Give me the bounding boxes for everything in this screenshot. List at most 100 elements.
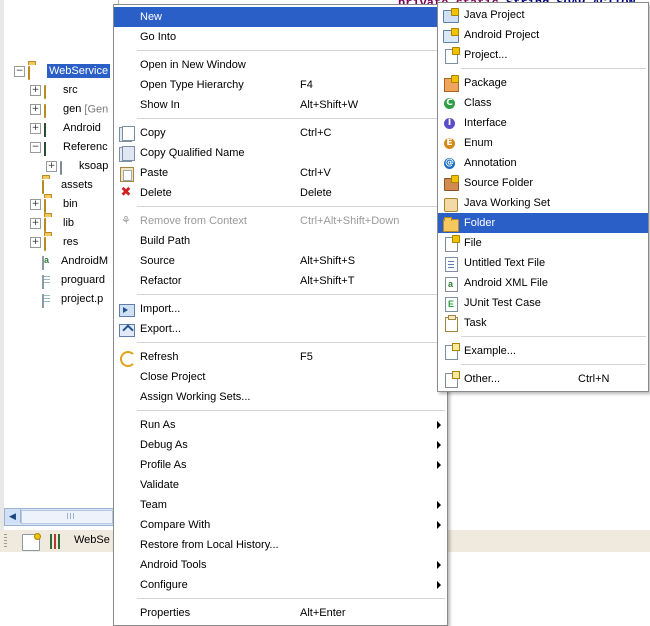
menu-item-junit-test-case[interactable]: JUnit Test Case [438,293,648,313]
menu-item-run-as[interactable]: Run As [114,415,447,435]
junit-icon [442,296,458,312]
tree-item-webservice[interactable]: − WebService [14,62,111,81]
drag-handle-icon[interactable] [4,534,7,548]
menu-item-class[interactable]: C Class [438,93,648,113]
tree-expand-icon[interactable]: + [30,199,41,210]
menu-item-shortcut: Ctrl+C [300,127,332,139]
menu-item-assign-working-sets[interactable]: Assign Working Sets... [114,387,447,407]
view-tab-label[interactable]: WebSe [74,534,110,546]
menu-item-folder[interactable]: Folder [438,213,648,233]
menu-item-refactor[interactable]: Refactor Alt+Shift+T [114,271,447,291]
menu-item-remove-from-context[interactable]: ⚘ Remove from Context Ctrl+Alt+Shift+Down [114,211,447,231]
tree-item-referenc[interactable]: − Referenc [30,138,108,157]
menu-item-interface[interactable]: I Interface [438,113,648,133]
filters-icon[interactable] [48,534,64,549]
submenu-arrow-icon [437,501,441,509]
menu-item-label: New [140,11,163,23]
menu-item-source[interactable]: Source Alt+Shift+S [114,251,447,271]
tree-expand-icon[interactable]: + [30,123,41,134]
menu-item-other[interactable]: Other... Ctrl+N [438,369,648,389]
menu-item-untitled-text-file[interactable]: Untitled Text File [438,253,648,273]
tree-expand-icon[interactable]: + [30,104,41,115]
menu-item-import[interactable]: Import... [114,299,447,319]
menu-item-go-into[interactable]: Go Into [114,27,447,47]
menu-item-new[interactable]: New [114,7,447,27]
android-project-icon [442,28,459,43]
context-menu-items[interactable]: New Go Into Open in New Window Open Type Hi… [114,7,447,623]
menu-item-package[interactable]: Package [438,73,648,93]
menu-item-android-project[interactable]: Android Project [438,25,648,45]
menu-item-show-in[interactable]: Show In Alt+Shift+W [114,95,447,115]
menu-item-android-tools[interactable]: Android Tools [114,555,447,575]
tree-collapse-icon[interactable]: − [30,142,41,153]
menu-item-example[interactable]: Example... [438,341,648,361]
menu-item-label: Android Tools [140,559,207,571]
menu-item-delete[interactable]: ✖ Delete Delete [114,183,447,203]
menu-item-label: Export... [140,323,181,335]
menu-item-copy[interactable]: Copy Ctrl+C [114,123,447,143]
menu-item-paste[interactable]: Paste Ctrl+V [114,163,447,183]
menu-item-profile-as[interactable]: Profile As [114,455,447,475]
tree-item-label: res [63,236,79,248]
menu-item-java-project[interactable]: Java Project [438,5,648,25]
explorer-horizontal-scrollbar[interactable]: ◀ [4,508,116,526]
task-icon [442,315,458,332]
menu-item-configure[interactable]: Configure [114,575,447,595]
tree-item-assets[interactable]: assets [30,176,93,195]
menu-item-open-in-new-window[interactable]: Open in New Window [114,55,447,75]
tree-item-bin[interactable]: + bin [30,195,78,214]
tree-collapse-icon[interactable]: − [14,66,25,77]
tree-item-gen[interactable]: + gen [Gen [30,100,108,119]
tree-item-ksoap[interactable]: + ksoap [46,157,108,176]
package-explorer[interactable]: − WebService + src + gen [Gen + Android − Referen… [0,0,119,540]
project-icon [442,47,460,64]
context-menu[interactable]: New Go Into Open in New Window Open Type Hi… [113,4,448,626]
menu-item-task[interactable]: Task [438,313,648,333]
menu-item-open-type-hierarchy[interactable]: Open Type Hierarchy F4 [114,75,447,95]
menu-item-copy-qualified-name[interactable]: Copy Qualified Name [114,143,447,163]
tree-expand-icon[interactable]: + [30,237,41,248]
new-submenu-items[interactable]: Java Project Android Project Project... Pac… [438,5,648,389]
menu-item-restore-from-local-history[interactable]: Restore from Local History... [114,535,447,555]
tree-item-android[interactable]: + Android [30,119,101,138]
menu-item-build-path[interactable]: Build Path [114,231,447,251]
menu-item-export[interactable]: Export... [114,319,447,339]
tree-expand-icon[interactable]: + [30,218,41,229]
menu-item-source-folder[interactable]: Source Folder [438,173,648,193]
menu-item-refresh[interactable]: Refresh F5 [114,347,447,367]
file-icon [42,292,58,308]
tree-item-project-p[interactable]: project.p [30,290,103,309]
menu-item-debug-as[interactable]: Debug As [114,435,447,455]
menu-item-enum[interactable]: E Enum [438,133,648,153]
tree-expand-icon[interactable]: + [46,161,57,172]
menu-item-label: Paste [140,167,169,179]
scroll-left-arrow-icon[interactable]: ◀ [5,509,21,523]
menu-item-label: Source Folder [464,177,534,189]
tree-item-src[interactable]: + src [30,81,78,100]
menu-item-team[interactable]: Team [114,495,447,515]
tree-item-res[interactable]: + res [30,233,78,252]
tree-expand-icon[interactable]: + [30,85,41,96]
menu-item-close-project[interactable]: Close Project [114,367,447,387]
tree-item-label: project.p [61,293,104,305]
menu-item-java-working-set[interactable]: Java Working Set [438,193,648,213]
tree-item-androidm[interactable]: AndroidM [30,252,108,271]
menu-item-project[interactable]: Project... [438,45,648,65]
menu-item-validate[interactable]: Validate [114,475,447,495]
tree-item-lib[interactable]: + lib [30,214,74,233]
menu-item-label: Java Working Set [464,197,551,209]
menu-item-properties[interactable]: Properties Alt+Enter [114,603,447,623]
menu-item-label: Package [464,77,507,89]
new-submenu[interactable]: Java Project Android Project Project... Pac… [437,2,649,392]
tree-no-twisty [30,257,39,266]
tree-item-proguard[interactable]: proguard [30,271,105,290]
new-view-icon[interactable] [22,533,41,551]
menu-item-shortcut: Alt+Shift+T [300,275,355,287]
example-icon [442,343,460,360]
menu-item-label: Copy [140,127,166,139]
menu-item-file[interactable]: File [438,233,648,253]
menu-item-android-xml-file[interactable]: Android XML File [438,273,648,293]
menu-item-label: Project... [464,49,508,61]
menu-item-compare-with[interactable]: Compare With [114,515,447,535]
menu-item-annotation[interactable]: @ Annotation [438,153,648,173]
